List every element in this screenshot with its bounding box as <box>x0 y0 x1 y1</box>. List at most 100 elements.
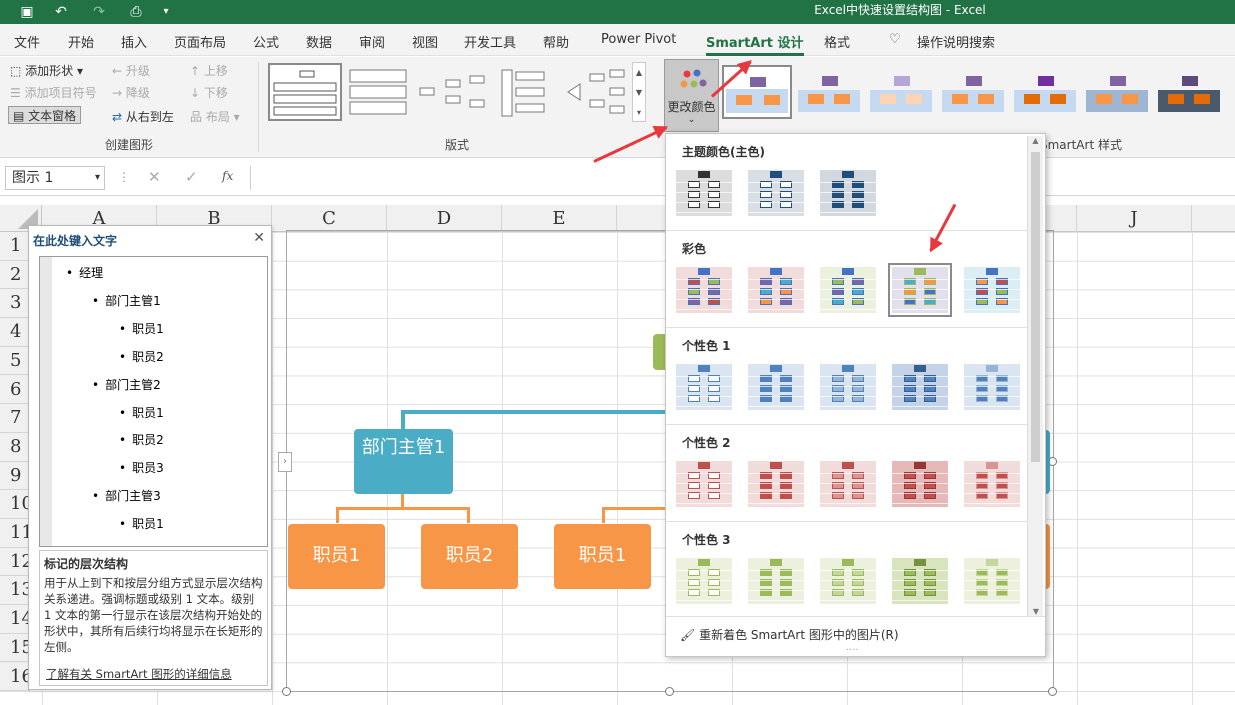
column-header-k[interactable] <box>1192 205 1235 232</box>
color-swatch[interactable] <box>748 461 804 507</box>
scroll-thumb[interactable] <box>1031 152 1040 462</box>
color-swatch[interactable] <box>892 364 948 410</box>
color-swatch[interactable] <box>676 364 732 410</box>
tab-format[interactable]: 格式 <box>824 32 850 51</box>
scroll-up-icon[interactable]: ▲ <box>1028 136 1043 145</box>
department-head-shape[interactable]: 部门主管1 <box>354 429 453 494</box>
tell-me-search[interactable]: 操作说明搜索 <box>917 32 995 51</box>
customize-qat-icon[interactable]: ▾ <box>155 2 177 22</box>
color-swatch[interactable] <box>964 558 1020 604</box>
staff-shape[interactable]: 职员2 <box>421 524 518 589</box>
color-swatch[interactable] <box>748 558 804 604</box>
list-item[interactable]: 职员3 <box>119 459 164 476</box>
row-header[interactable]: 11 <box>0 519 33 548</box>
promote-button[interactable]: ← 升级 <box>112 62 150 80</box>
row-header[interactable]: 5 <box>0 346 30 376</box>
smartart-style-7[interactable] <box>1158 70 1220 114</box>
list-item[interactable]: 经理 <box>66 264 103 281</box>
tab-data[interactable]: 数据 <box>306 32 332 51</box>
color-swatch[interactable] <box>964 364 1020 410</box>
text-pane-button[interactable]: ▤ 文本窗格 <box>8 106 82 124</box>
smartart-style-5[interactable] <box>1014 70 1076 114</box>
layout-gallery-scroll[interactable]: ▲ ▼ ▾ <box>632 62 646 122</box>
row-header[interactable]: 7 <box>0 404 30 433</box>
tab-smartart-design[interactable]: SmartArt 设计 <box>706 32 804 56</box>
row-header[interactable]: 8 <box>0 432 30 462</box>
color-swatch[interactable] <box>892 461 948 507</box>
list-item[interactable]: 部门主管1 <box>92 292 161 309</box>
row-header[interactable]: 15 <box>0 633 33 663</box>
staff-shape[interactable]: 职员1 <box>288 524 385 589</box>
tab-file[interactable]: 文件 <box>14 32 40 51</box>
row-header[interactable]: 13 <box>0 576 33 606</box>
color-swatch[interactable] <box>964 267 1020 313</box>
list-item[interactable]: 职员1 <box>119 404 164 421</box>
layout-thumb-5[interactable] <box>566 68 626 116</box>
redo-icon[interactable]: ↷ <box>88 2 110 22</box>
move-up-button[interactable]: ↑ 上移 <box>190 62 228 80</box>
save-icon[interactable]: ▣ <box>16 2 38 22</box>
resize-handle[interactable] <box>665 687 674 696</box>
tab-home[interactable]: 开始 <box>68 32 94 51</box>
column-header-d[interactable]: D <box>387 205 502 232</box>
layout-thumb-4[interactable] <box>500 68 546 118</box>
resize-grip[interactable]: .... <box>846 642 859 653</box>
resize-handle[interactable] <box>1048 687 1057 696</box>
color-swatch[interactable] <box>676 170 732 216</box>
row-header[interactable]: 10 <box>0 490 33 519</box>
undo-icon[interactable]: ↶ <box>50 2 72 22</box>
row-header[interactable]: 6 <box>0 375 30 405</box>
column-header-c[interactable]: C <box>272 205 387 232</box>
resize-handle[interactable] <box>282 687 291 696</box>
tab-power-pivot[interactable]: Power Pivot <box>601 32 676 50</box>
tab-developer[interactable]: 开发工具 <box>464 32 516 51</box>
print-preview-icon[interactable]: ⎙ <box>125 2 147 22</box>
close-icon[interactable]: ✕ <box>253 230 265 246</box>
smartart-style-4[interactable] <box>942 70 1004 114</box>
column-header-j[interactable]: J <box>1077 205 1192 232</box>
recolor-pictures-option[interactable]: 🖌 重新着色 SmartArt 图形中的图片(R) <box>680 626 899 643</box>
learn-more-link[interactable]: 了解有关 SmartArt 图形的详细信息 <box>46 666 232 682</box>
tab-page-layout[interactable]: 页面布局 <box>174 32 226 51</box>
row-header[interactable]: 12 <box>0 547 33 577</box>
color-swatch[interactable] <box>820 558 876 604</box>
tab-help[interactable]: 帮助 <box>543 32 569 51</box>
layout-thumb-3[interactable] <box>418 72 488 112</box>
row-header[interactable]: 3 <box>0 289 30 319</box>
confirm-icon[interactable]: ✓ <box>185 168 198 186</box>
smartart-style-6[interactable] <box>1086 70 1148 114</box>
layout-thumb-1[interactable] <box>268 63 342 121</box>
tab-view[interactable]: 视图 <box>412 32 438 51</box>
color-swatch[interactable] <box>888 263 952 317</box>
row-header[interactable]: 14 <box>0 605 33 634</box>
dropdown-scrollbar[interactable]: ▲ ▼ <box>1027 136 1043 616</box>
color-swatch[interactable] <box>676 267 732 313</box>
color-swatch[interactable] <box>820 364 876 410</box>
color-swatch[interactable] <box>820 461 876 507</box>
list-item[interactable]: 职员2 <box>119 348 164 365</box>
color-swatch[interactable] <box>964 461 1020 507</box>
row-header[interactable]: 9 <box>0 461 30 491</box>
row-header[interactable]: 4 <box>0 318 30 347</box>
list-item[interactable]: 部门主管3 <box>92 487 161 504</box>
cancel-icon[interactable]: ✕ <box>148 168 161 186</box>
color-swatch[interactable] <box>676 558 732 604</box>
list-item[interactable]: 职员2 <box>119 431 164 448</box>
list-item[interactable]: 职员1 <box>119 320 164 337</box>
smartart-style-1[interactable] <box>722 65 792 119</box>
add-bullet-button[interactable]: ☰ 添加项目符号 <box>10 84 97 102</box>
name-box[interactable]: 图示 1 ▾ <box>5 166 105 190</box>
right-to-left-button[interactable]: ⇄ 从右到左 <box>112 108 174 126</box>
smartart-style-2[interactable] <box>798 70 860 114</box>
list-item[interactable]: 部门主管2 <box>92 376 161 393</box>
row-header[interactable]: 2 <box>0 260 30 290</box>
smartart-style-3[interactable] <box>870 70 932 114</box>
list-item[interactable]: 职员1 <box>119 515 164 532</box>
add-shape-button[interactable]: ⬚ 添加形状 ▾ <box>10 62 83 80</box>
scroll-down-icon[interactable]: ▼ <box>1028 607 1044 616</box>
color-swatch[interactable] <box>748 170 804 216</box>
color-swatch[interactable] <box>820 170 876 216</box>
move-down-button[interactable]: ↓ 下移 <box>190 84 228 102</box>
insert-function-icon[interactable]: fx <box>222 169 233 183</box>
color-swatch[interactable] <box>676 461 732 507</box>
